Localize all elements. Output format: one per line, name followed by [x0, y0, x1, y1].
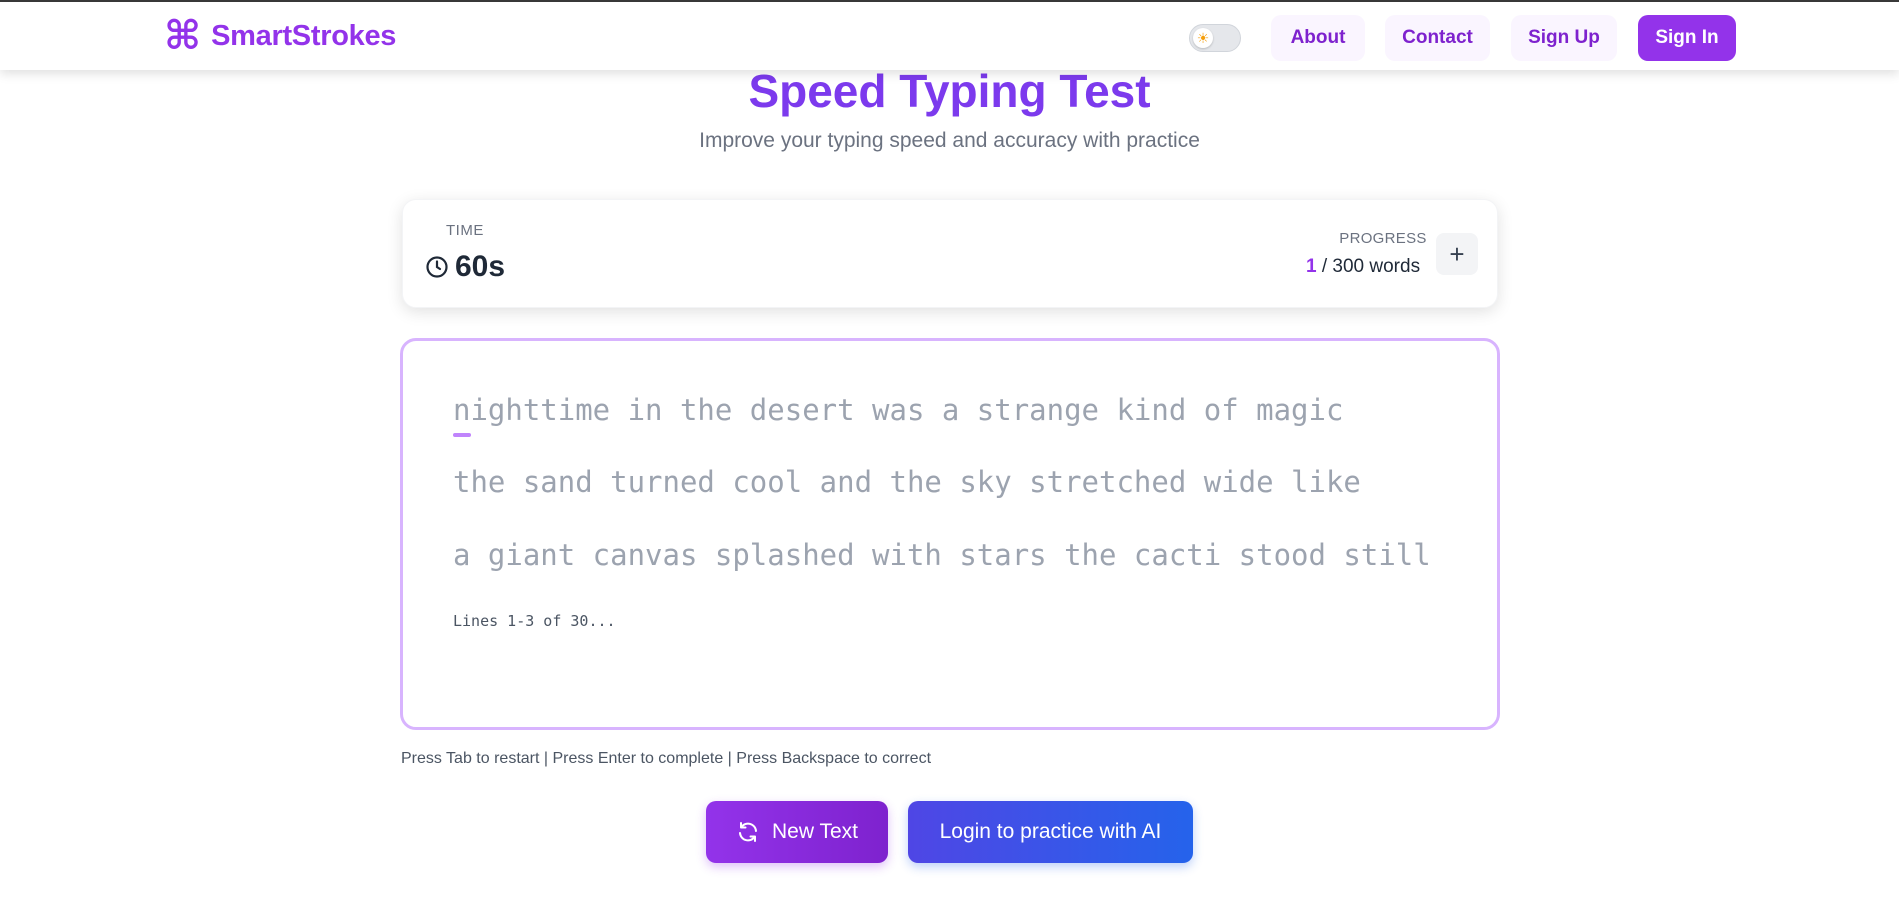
keyboard-hint: Press Tab to restart | Press Enter to co…: [401, 750, 932, 767]
typing-area[interactable]: nighttime in the desert was a strange ki…: [400, 338, 1500, 730]
new-text-button[interactable]: New Text: [706, 801, 888, 863]
time-label: TIME: [446, 222, 484, 239]
plus-icon: +: [1449, 238, 1465, 269]
sun-icon: ☀: [1193, 28, 1213, 48]
progress-current: 1: [1306, 256, 1317, 277]
typing-cursor: [453, 433, 471, 437]
brand-logo[interactable]: ⌘ SmartStrokes: [164, 16, 396, 56]
nav-about-button[interactable]: About: [1271, 15, 1365, 61]
page-subtitle: Improve your typing speed and accuracy w…: [699, 129, 1200, 152]
brand-name: SmartStrokes: [211, 19, 397, 52]
text-line-1: nighttime in the desert was a strange ki…: [453, 393, 1344, 427]
stats-card: TIME 60s PROGRESS 1 / 300 words +: [402, 199, 1498, 308]
theme-toggle[interactable]: ☀: [1189, 24, 1241, 52]
text-line-2: the sand turned cool and the sky stretch…: [453, 465, 1361, 499]
timer: 60s: [425, 250, 505, 284]
page-title: Speed Typing Test: [748, 65, 1151, 117]
add-button[interactable]: +: [1436, 233, 1478, 275]
clock-icon: [426, 256, 448, 278]
text-line-3: a giant canvas splashed with stars the c…: [453, 538, 1431, 572]
progress-value: 1 / 300 words: [1306, 256, 1420, 278]
sign-in-button[interactable]: Sign In: [1638, 15, 1736, 61]
new-text-label: New Text: [772, 820, 858, 843]
sign-up-button[interactable]: Sign Up: [1511, 15, 1617, 61]
time-value: 60s: [455, 250, 506, 283]
progress-total: / 300 words: [1316, 256, 1421, 277]
command-icon: ⌘: [164, 13, 202, 59]
top-navbar: ⌘ SmartStrokes ☀ About Contact Sign Up S…: [0, 2, 1899, 70]
refresh-icon: [739, 822, 757, 842]
nav-contact-button[interactable]: Contact: [1385, 15, 1490, 61]
login-ai-button[interactable]: Login to practice with AI: [908, 801, 1193, 863]
lines-indicator: Lines 1-3 of 30...: [453, 612, 616, 630]
progress-label: PROGRESS: [1339, 230, 1427, 247]
